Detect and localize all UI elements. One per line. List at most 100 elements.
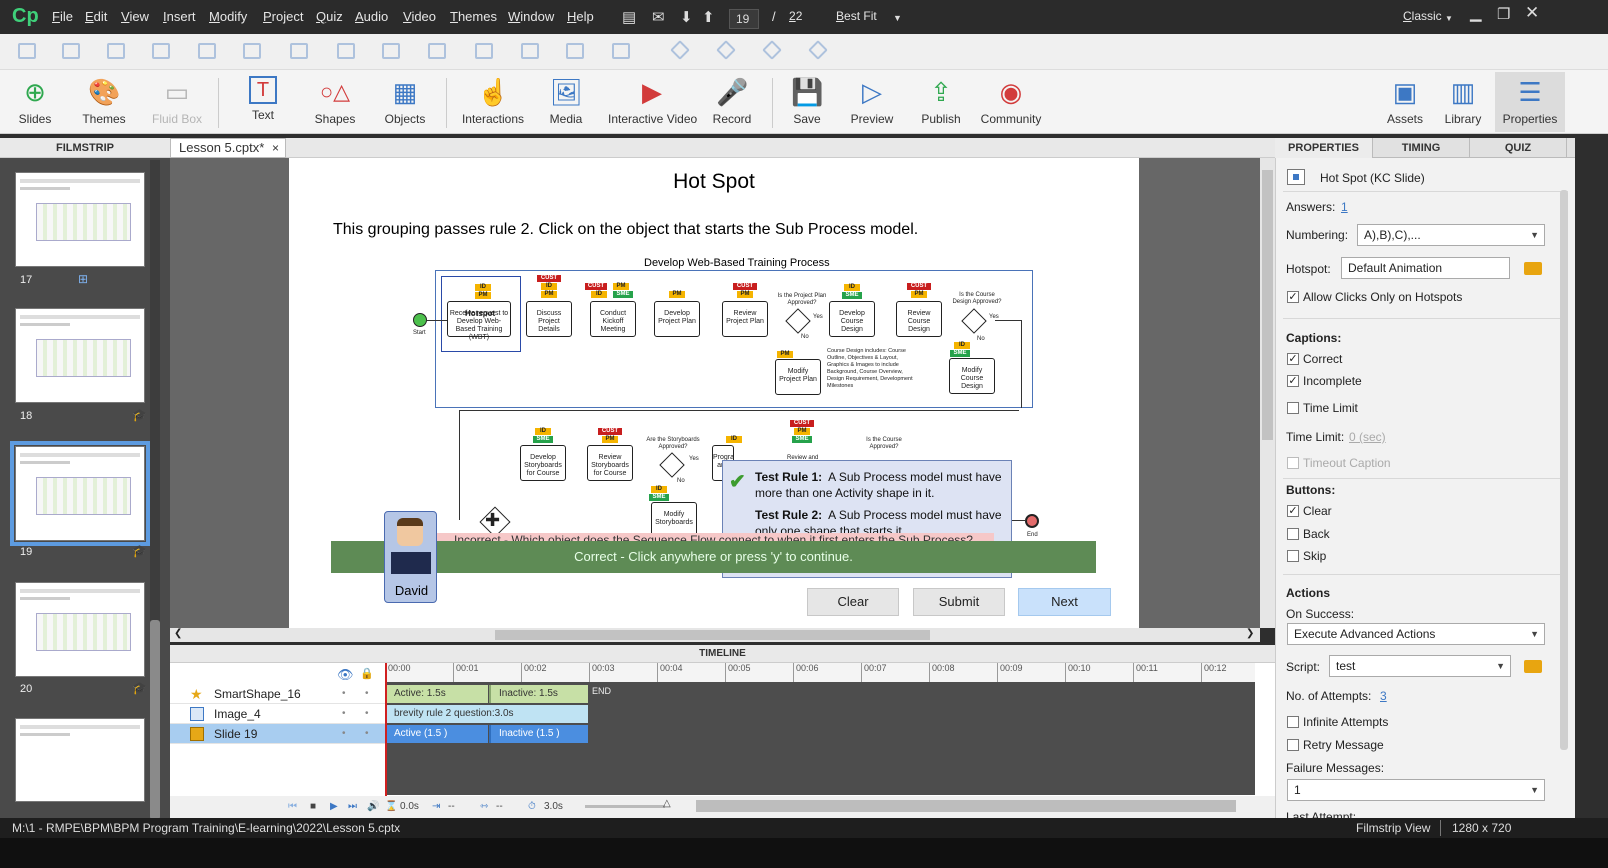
lock-dot[interactable]: • [365,704,369,724]
properties-scrollbar[interactable] [1560,190,1568,750]
retry-message-checkbox[interactable] [1287,739,1299,751]
workspace-select[interactable]: Classic [1403,9,1442,23]
visibility-dot[interactable]: • [342,724,346,744]
on-success-dropdown[interactable]: Execute Advanced Actions ▼ [1287,623,1545,645]
arrange-icon[interactable] [612,43,630,59]
back-checkbox[interactable] [1287,528,1299,540]
slide-thumbnail[interactable] [15,718,145,802]
folder-icon[interactable] [1524,660,1542,673]
community-button[interactable]: ◉ Community [976,72,1046,132]
filmstrip-scroll-thumb[interactable] [150,620,160,820]
align-middle-icon[interactable] [198,43,216,59]
restore-icon[interactable]: ❐ [1497,5,1510,23]
interactive-video-button[interactable]: ▶ Interactive Video [608,72,697,132]
library-button[interactable]: ▥ Library [1428,72,1498,132]
lock-icon[interactable]: 🔒 [360,667,374,680]
skip-checkbox[interactable] [1287,550,1299,562]
menu-view[interactable]: View [121,9,149,24]
align-top-icon[interactable] [152,43,170,59]
diagram-image[interactable] [435,270,1033,408]
slides-button[interactable]: ⊕ Slides [0,72,70,132]
minimize-icon[interactable]: ▁ [1470,4,1482,22]
numbering-dropdown[interactable]: A),B),C),... ▼ [1357,224,1545,246]
timeline-layer-selected[interactable]: Slide 19 • • [170,724,385,744]
timeline-bar-active[interactable]: Active (1.5 ) [386,725,488,743]
comment-icon[interactable]: ▤ [622,8,636,26]
zoom-select[interactable]: Best Fit [836,9,877,23]
character-image[interactable]: David [384,511,437,603]
chevron-down-icon[interactable]: ▼ [893,13,902,23]
visibility-dot[interactable]: • [342,704,346,724]
close-tab-icon[interactable]: × [272,139,279,157]
incomplete-checkbox[interactable]: ✓ [1287,375,1299,387]
timeline-ruler[interactable]: 00:00 00:01 00:02 00:03 00:04 00:05 00:0… [385,663,1255,683]
menu-themes[interactable]: Themes [450,9,497,24]
menu-window[interactable]: Window [508,9,554,24]
audio-icon[interactable]: 🔊 [367,801,379,812]
submit-button[interactable]: Submit [913,588,1005,616]
clear-button[interactable]: Clear [807,588,899,616]
failure-messages-dropdown[interactable]: 1 ▼ [1287,779,1545,801]
chevron-down-icon[interactable]: ▼ [1445,14,1453,23]
menu-project[interactable]: Project [263,9,303,24]
slide-thumbnail[interactable] [15,582,145,677]
menu-audio[interactable]: Audio [355,9,388,24]
objects-button[interactable]: ▦ Objects [370,72,440,132]
scroll-right-icon[interactable]: ❯ [1246,628,1254,639]
play-icon[interactable]: ▶ [330,801,338,812]
visibility-dot[interactable]: • [342,684,346,704]
bring-forward-icon[interactable] [670,40,690,60]
timeline-horizontal-scrollbar[interactable] [696,800,1236,812]
media-button[interactable]: 🖼 Media [531,72,601,132]
align-center-icon[interactable] [62,43,80,59]
answers-value[interactable]: 1 [1341,200,1348,214]
menu-help[interactable]: Help [567,9,594,24]
clear-checkbox[interactable]: ✓ [1287,505,1299,517]
document-tab[interactable]: Lesson 5.cptx* × [170,138,286,158]
distribute-horizontal-icon[interactable] [290,43,308,59]
record-button[interactable]: 🎤 Record [697,72,767,132]
slide-title[interactable]: Hot Spot [289,170,1139,194]
zoom-slider[interactable] [585,805,665,808]
slide-question-text[interactable]: This grouping passes rule 2. Click on th… [333,221,918,239]
slide-thumbnail-selected[interactable] [10,441,150,546]
timeline-bar-inactive[interactable]: Inactive (1.5 ) [489,725,588,743]
timeline-bar-active[interactable]: Active: 1.5s [386,685,488,703]
stage-horizontal-scroll-thumb[interactable] [495,630,930,640]
properties-button[interactable]: ☰ Properties [1495,72,1565,132]
next-button[interactable]: Next [1018,588,1111,616]
same-size-icon[interactable] [475,43,493,59]
menu-insert[interactable]: Insert [163,9,196,24]
menu-video[interactable]: Video [403,9,436,24]
slide-thumbnail[interactable] [15,172,145,267]
shapes-button[interactable]: ○△ Shapes [300,72,370,132]
fluid-box-button[interactable]: ▭ Fluid Box [142,72,212,132]
menu-edit[interactable]: Edit [85,9,107,24]
menu-file[interactable]: File [52,9,73,24]
bring-to-front-icon[interactable] [762,40,782,60]
slide-thumbnail[interactable] [15,308,145,403]
previous-slide-icon[interactable]: ⬆ [702,8,715,26]
themes-button[interactable]: 🎨 Themes [69,72,139,132]
send-backward-icon[interactable] [716,40,736,60]
center-horizontal-icon[interactable] [521,43,539,59]
hotspot-field[interactable]: Default Animation [1341,257,1510,279]
zoom-slider-handle[interactable]: △ [663,798,671,809]
lock-dot[interactable]: • [365,724,369,744]
same-width-icon[interactable] [382,43,400,59]
infinite-attempts-checkbox[interactable] [1287,716,1299,728]
publish-button[interactable]: ⇪ Publish [906,72,976,132]
text-button[interactable]: T Text [228,72,298,132]
distribute-vertical-icon[interactable] [337,43,355,59]
tab-properties[interactable]: PROPERTIES [1275,138,1373,158]
attempts-value[interactable]: 3 [1380,689,1387,703]
allow-clicks-checkbox[interactable]: ✓ [1287,291,1299,303]
timeline-bar-image[interactable]: brevity rule 2 question:3.0s [386,705,588,723]
rewind-icon[interactable]: ⏮ [288,801,297,812]
tab-quiz[interactable]: QUIZ [1470,138,1567,158]
playhead[interactable] [385,663,387,796]
same-height-icon[interactable] [428,43,446,59]
slide-number-input[interactable]: 19 [729,9,759,29]
timeline-bar-inactive[interactable]: Inactive: 1.5s [489,685,588,703]
slide-canvas[interactable]: Hot Spot This grouping passes rule 2. Cl… [289,158,1139,628]
